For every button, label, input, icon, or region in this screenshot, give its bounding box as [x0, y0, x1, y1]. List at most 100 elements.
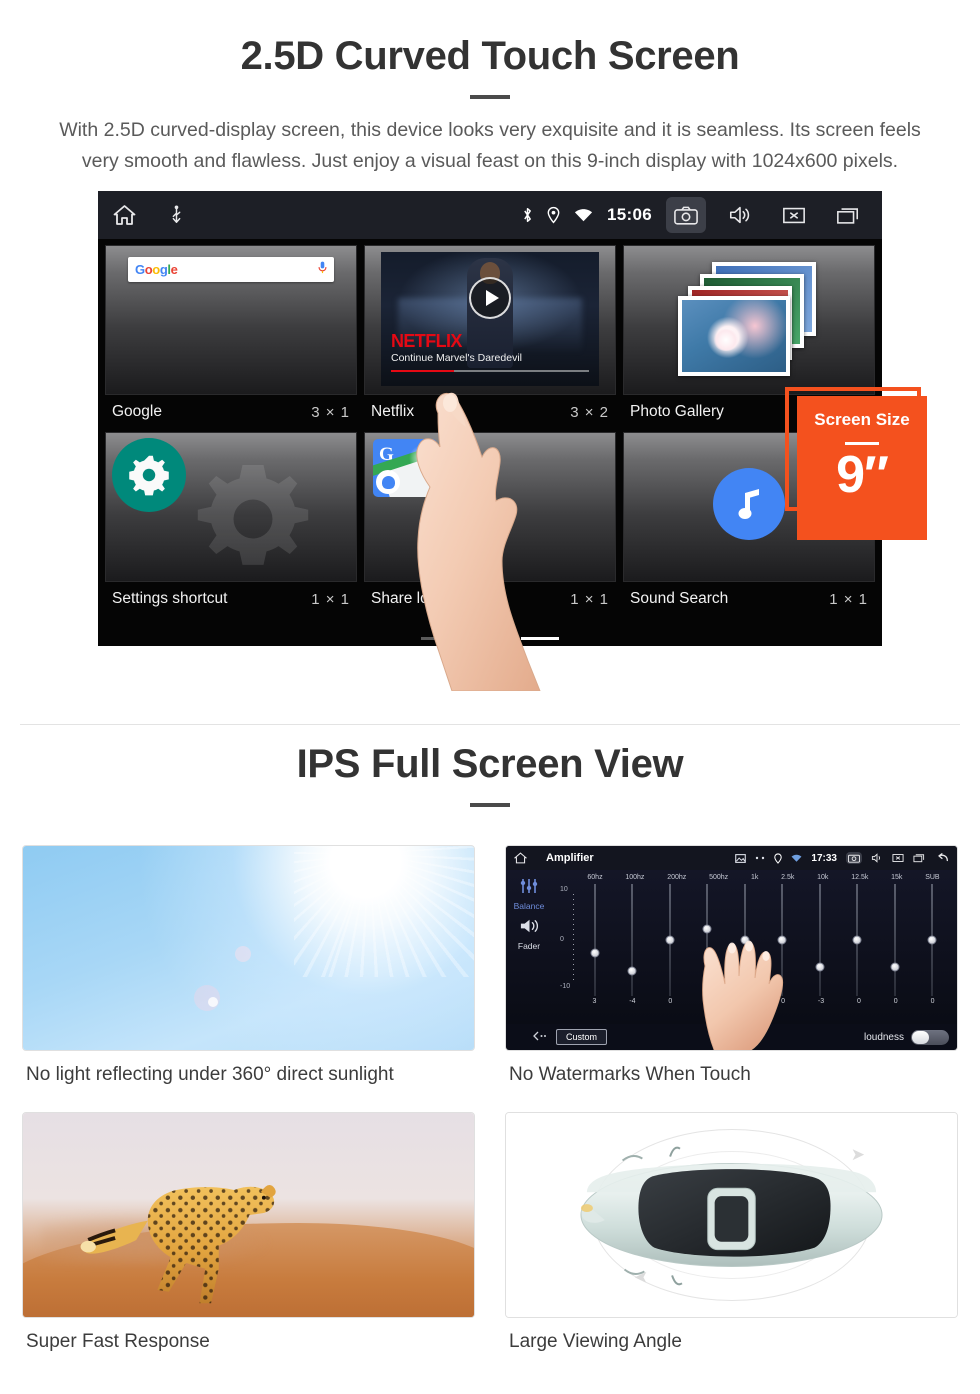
widget-picker-grid: Google Google 3 × 1 NETFLIX Continue Mar… [98, 239, 882, 646]
widget-netflix[interactable]: NETFLIX Continue Marvel's Daredevil Netf… [364, 245, 616, 429]
section-title-underline [470, 803, 510, 807]
widget-google[interactable]: Google Google 3 × 1 [105, 245, 357, 429]
widget-preview [623, 245, 875, 395]
close-box-icon[interactable] [774, 197, 814, 233]
widget-size-label: 3 × 2 [570, 403, 609, 421]
widget-label: Settings shortcut [112, 590, 228, 607]
amplifier-equalizer-screen: Amplifier 17:33 Balance Fader 60hz 100hz… [506, 846, 957, 1050]
eq-slider[interactable] [852, 884, 862, 996]
page-title: 2.5D Curved Touch Screen [240, 34, 740, 78]
gear-icon-watermark [178, 444, 328, 581]
eq-scale: 10 0 -10 [560, 886, 578, 990]
netflix-preview: NETFLIX Continue Marvel's Daredevil [381, 252, 599, 386]
lens-flare [207, 996, 218, 1007]
card-caption: Large Viewing Angle [509, 1331, 682, 1352]
touch-glow [409, 445, 435, 471]
recent-apps-icon[interactable] [913, 853, 925, 863]
eq-band-label: 15k [891, 874, 903, 881]
eq-value: -4 [629, 998, 636, 1005]
eq-slider[interactable] [627, 884, 637, 996]
close-box-icon[interactable] [892, 853, 904, 863]
eq-slider[interactable] [890, 884, 900, 996]
curved-touch-screen-section: 2.5D Curved Touch Screen With 2.5D curve… [0, 0, 980, 692]
microphone-icon[interactable] [318, 261, 327, 279]
eq-band-label: 200hz [667, 874, 687, 881]
widget-label: Netflix [371, 403, 415, 420]
running-cheetah-photo [23, 1113, 474, 1317]
page-dot-2[interactable] [471, 637, 509, 640]
device-screenshot-wrapper: 15:06 Google Google 3 × 1 NETFLIX Contin… [0, 191, 980, 692]
badge-value: 9″ [836, 446, 889, 504]
page-dot-3[interactable] [521, 637, 559, 640]
back-arrow-icon[interactable] [934, 853, 949, 863]
widget-label: Google [112, 403, 162, 420]
eq-slider[interactable] [927, 884, 937, 996]
eq-value: 0 [668, 998, 673, 1005]
page-dot-1[interactable] [421, 637, 459, 640]
google-logo: Google [135, 262, 178, 277]
card-caption: No Watermarks When Touch [509, 1064, 751, 1085]
eq-scale-mid: 0 [560, 935, 564, 943]
music-note-icon [713, 468, 785, 541]
balance-label: Balance [513, 901, 545, 911]
eq-slider[interactable] [590, 884, 600, 996]
location-pin-icon [774, 852, 783, 864]
card-media: Amplifier 17:33 Balance Fader 60hz 100hz… [505, 845, 958, 1051]
recent-apps-icon[interactable] [828, 197, 868, 233]
badge-divider [845, 442, 879, 445]
volume-icon[interactable] [871, 853, 883, 863]
widget-share-location[interactable]: G Share location 1 × 1 [364, 432, 616, 616]
fader-icon[interactable] [519, 918, 540, 939]
camera-icon[interactable] [666, 197, 706, 233]
widget-preview: G [364, 432, 616, 582]
eq-band-label: 500hz [709, 874, 729, 881]
preset-button[interactable]: Custom [556, 1029, 608, 1045]
title-underline [470, 95, 510, 99]
feature-card-fast-response: Super Fast Response [22, 1112, 475, 1365]
android-status-bar: 15:06 [98, 191, 882, 239]
photo-stack-icon [678, 262, 820, 378]
home-icon[interactable] [112, 204, 137, 226]
camera-icon[interactable] [846, 852, 862, 864]
eq-main: 60hz 100hz 200hz 500hz 1k 2.5k 10k 12.5k… [552, 870, 957, 1050]
eq-body: Balance Fader 60hz 100hz 200hz 500hz 1k … [506, 870, 957, 1050]
netflix-logo: NETFLIX [391, 331, 462, 351]
loudness-label: loudness [863, 1031, 904, 1043]
eq-band-label: 100hz [625, 874, 645, 881]
eq-scale-top: 10 [560, 886, 568, 893]
hand-illustration [691, 922, 791, 1050]
sun-rays [293, 846, 474, 977]
widget-size-label: 1 × 1 [570, 590, 609, 608]
previous-preset-icon[interactable] [532, 1031, 548, 1044]
widget-settings-shortcut[interactable]: Settings shortcut 1 × 1 [105, 432, 357, 616]
volume-icon[interactable] [720, 197, 760, 233]
google-search-bar[interactable]: Google [128, 257, 334, 282]
more-icon [755, 856, 765, 860]
eq-sliders: 10 0 -10 [554, 884, 951, 1050]
badge-label: Screen Size [814, 410, 910, 429]
widget-label: Photo Gallery [630, 403, 724, 420]
widget-label: Sound Search [630, 590, 729, 607]
card-caption: Super Fast Response [26, 1331, 210, 1352]
home-icon[interactable] [514, 852, 527, 864]
widget-preview [105, 432, 357, 582]
page-indicator[interactable] [98, 637, 882, 640]
card-media: ➤ ➤ [505, 1112, 958, 1318]
widget-preview: Google [105, 245, 357, 395]
section-divider [20, 724, 960, 725]
location-pin-icon [547, 206, 560, 224]
loudness-toggle[interactable] [911, 1029, 949, 1045]
eq-sidebar: Balance Fader [506, 870, 552, 1024]
feature-card-no-watermarks: Amplifier 17:33 Balance Fader 60hz 100hz… [505, 845, 958, 1098]
balance-icon[interactable] [519, 878, 539, 899]
progress-bar [391, 370, 589, 372]
widget-preview: NETFLIX Continue Marvel's Daredevil [364, 245, 616, 395]
eq-value: 3 [592, 998, 597, 1005]
feature-card-sunlight: No light reflecting under 360° direct su… [22, 845, 475, 1098]
card-caption: No light reflecting under 360° direct su… [26, 1064, 394, 1085]
gear-icon [112, 438, 186, 512]
eq-slider[interactable] [665, 884, 675, 996]
bluetooth-icon [522, 206, 533, 224]
gallery-icon [735, 853, 747, 863]
eq-slider[interactable] [815, 884, 825, 996]
